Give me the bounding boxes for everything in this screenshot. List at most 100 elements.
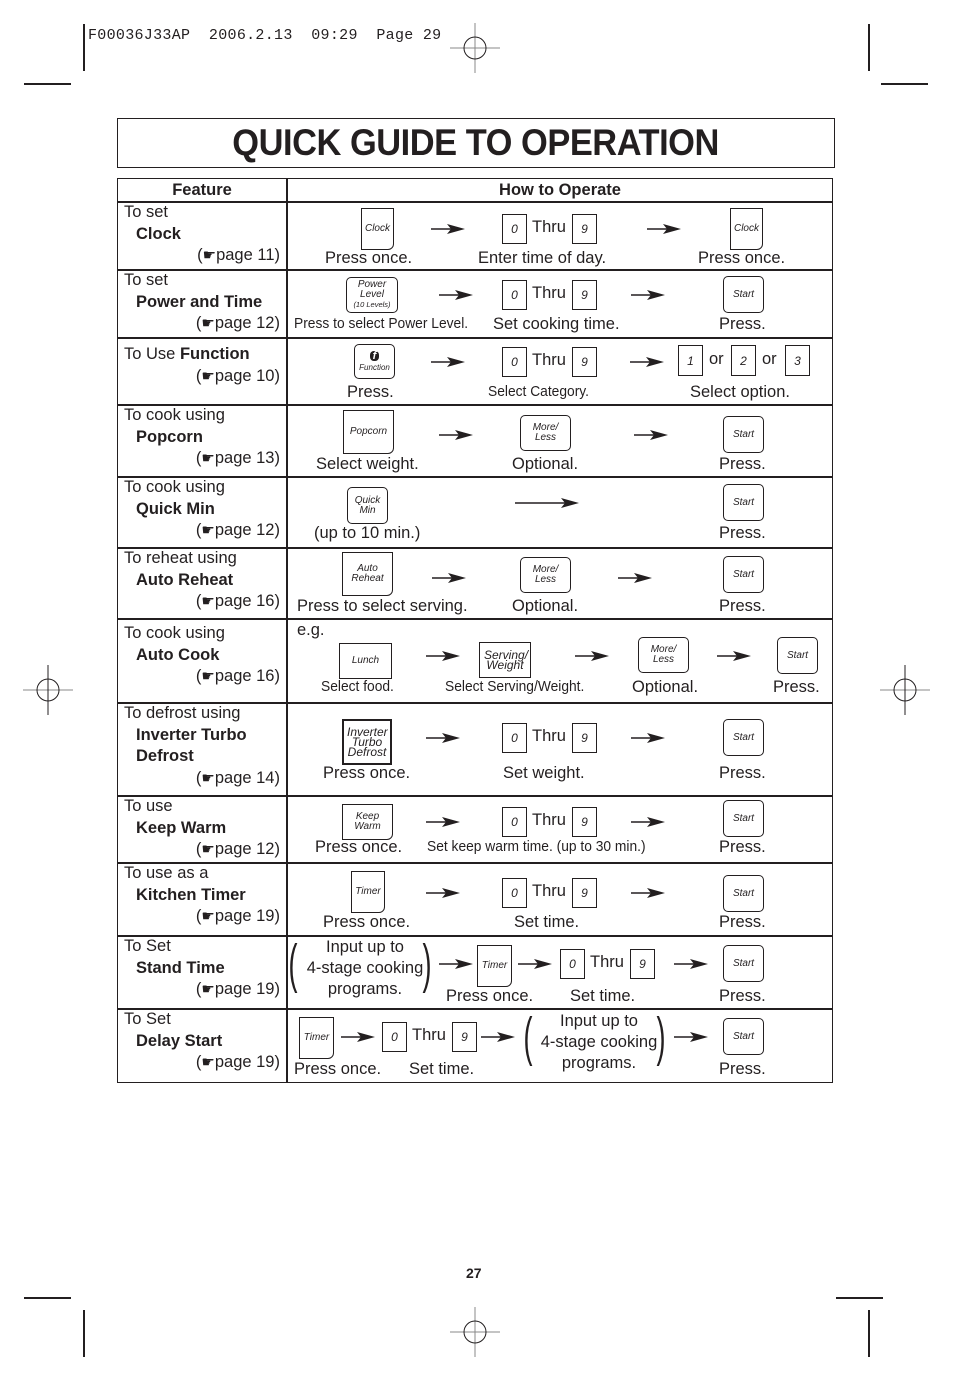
timer-key-label: Timer [303, 1032, 330, 1043]
digit-2-key[interactable]: 2 [731, 345, 756, 376]
page-reference: (☛page 13) [195, 449, 280, 467]
step-caption: Press once. [446, 987, 534, 1005]
digit-0-key[interactable]: 0 [560, 949, 585, 979]
page-reference-text: page 19 [214, 1053, 275, 1071]
print-slug: F00036J33AP 2006.2.13 09:29 Page 29 [88, 27, 442, 44]
feature-cell: To set Clock (☛page 11) [124, 202, 280, 267]
more-less-key[interactable]: More/ Less [520, 415, 571, 451]
digit-9-key-label: 9 [581, 222, 588, 236]
step-caption: Press once. [325, 249, 413, 267]
digit-0-key[interactable]: 0 [502, 723, 527, 753]
start-key[interactable]: Start [723, 276, 764, 313]
step-caption: Set weight. [503, 764, 585, 782]
more-less-key[interactable]: More/ Less [638, 637, 689, 673]
start-key[interactable]: Start [723, 875, 764, 912]
timer-key-label: Timer [481, 960, 508, 971]
arrow-right-icon [631, 888, 665, 898]
start-key-label: Start [732, 1030, 755, 1042]
or-text: or [709, 350, 724, 368]
page-reference-text: page 12 [214, 840, 275, 858]
arrow-right-icon [618, 573, 652, 583]
feature-cell: To cook using Popcorn (☛page 13) [124, 405, 280, 470]
digit-0-key[interactable]: 0 [502, 214, 527, 244]
start-key[interactable]: Start [723, 719, 764, 756]
start-key-label: Start [732, 568, 755, 580]
digit-9-key[interactable]: 9 [572, 214, 597, 244]
thru-text: Thru [590, 953, 624, 971]
arrow-right-icon [426, 888, 460, 898]
digit-9-key[interactable]: 9 [572, 347, 597, 377]
digit-1-key[interactable]: 1 [678, 345, 703, 376]
lunch-key[interactable]: Lunch [339, 643, 392, 679]
timer-key[interactable]: Timer [351, 871, 385, 913]
start-key[interactable]: Start [723, 800, 764, 837]
digit-0-key[interactable]: 0 [382, 1022, 407, 1052]
step-caption: Press. [773, 678, 820, 696]
digit-9-key[interactable]: 9 [572, 280, 597, 310]
step-caption: Optional. [512, 597, 579, 615]
arrow-right-icon [426, 651, 460, 661]
registration-mark-icon [23, 665, 73, 715]
arrow-right-icon [631, 733, 665, 743]
feature-cell: To Set Delay Start (☛page 19) [124, 1009, 280, 1074]
crop-mark [83, 1310, 85, 1357]
clock-key[interactable]: Clock [361, 208, 394, 250]
start-key[interactable]: Start [723, 416, 764, 453]
digit-0-key[interactable]: 0 [502, 280, 527, 310]
digit-0-key[interactable]: 0 [502, 347, 527, 377]
function-key[interactable]: f Function [354, 344, 395, 379]
lunch-key-label: Lunch [351, 655, 380, 666]
page-reference: (☛page 12) [195, 840, 280, 858]
feature-intro: To cook using [124, 406, 225, 424]
header-how-to-operate: How to Operate [499, 180, 621, 199]
page-reference: (☛page 19) [195, 980, 280, 998]
feature-name: Stand Time [136, 958, 225, 977]
digit-9-key[interactable]: 9 [572, 807, 597, 837]
inverter-turbo-defrost-key[interactable]: Inverter Turbo Defrost [342, 719, 392, 765]
digit-9-key[interactable]: 9 [572, 878, 597, 908]
note-line: Input up to [326, 938, 404, 956]
step-caption: Select Category. [488, 383, 589, 400]
start-key-label: Start [732, 428, 755, 440]
digit-9-key-label: 9 [461, 1030, 468, 1044]
digit-0-key[interactable]: 0 [502, 878, 527, 908]
digit-3-key[interactable]: 3 [785, 345, 810, 376]
keep-warm-key[interactable]: Keep Warm [342, 804, 393, 840]
arrow-right-icon [431, 357, 465, 367]
digit-0-key[interactable]: 0 [502, 807, 527, 837]
digit-9-key[interactable]: 9 [572, 723, 597, 753]
page-reference: (☛page 16) [195, 592, 280, 610]
quick-min-key[interactable]: Quick Min [347, 487, 388, 524]
start-key[interactable]: Start [777, 637, 818, 674]
arrow-right-icon [432, 573, 466, 583]
page-reference: (☛page 19) [195, 1053, 280, 1071]
step-caption: Select weight. [316, 455, 419, 473]
pointing-hand-icon: ☛ [202, 247, 217, 264]
pointing-hand-icon: ☛ [201, 769, 215, 787]
popcorn-key[interactable]: Popcorn [343, 410, 394, 454]
start-key[interactable]: Start [723, 556, 764, 593]
page-reference: (☛page 12) [195, 521, 280, 539]
start-key[interactable]: Start [723, 1018, 764, 1055]
auto-reheat-key[interactable]: Auto Reheat [342, 552, 393, 596]
timer-key[interactable]: Timer [477, 945, 512, 987]
digit-9-key[interactable]: 9 [452, 1022, 477, 1052]
page-number: 27 [466, 1265, 482, 1281]
example-label: e.g. [297, 621, 325, 639]
arrow-right-icon [341, 1032, 375, 1042]
clock-key[interactable]: Clock [730, 208, 763, 250]
start-key[interactable]: Start [723, 484, 764, 521]
power-level-key[interactable]: Power Level (10 Levels) [346, 277, 398, 313]
page-reference: (☛page 19) [195, 907, 280, 925]
serving-weight-key[interactable]: Serving/ Weight [479, 642, 531, 678]
feature-cell: To cook using Quick Min (☛page 12) [124, 477, 280, 542]
timer-key[interactable]: Timer [299, 1017, 334, 1059]
step-caption: Press to select serving. [297, 597, 468, 615]
function-key-label: Function [359, 362, 390, 372]
row-divider [118, 337, 832, 339]
more-less-key[interactable]: More/ Less [520, 557, 571, 593]
start-key[interactable]: Start [723, 945, 764, 982]
feature-cell: To set Power and Time (☛page 12) [124, 270, 280, 335]
pointing-hand-icon: ☛ [201, 668, 215, 685]
digit-9-key[interactable]: 9 [630, 949, 655, 979]
